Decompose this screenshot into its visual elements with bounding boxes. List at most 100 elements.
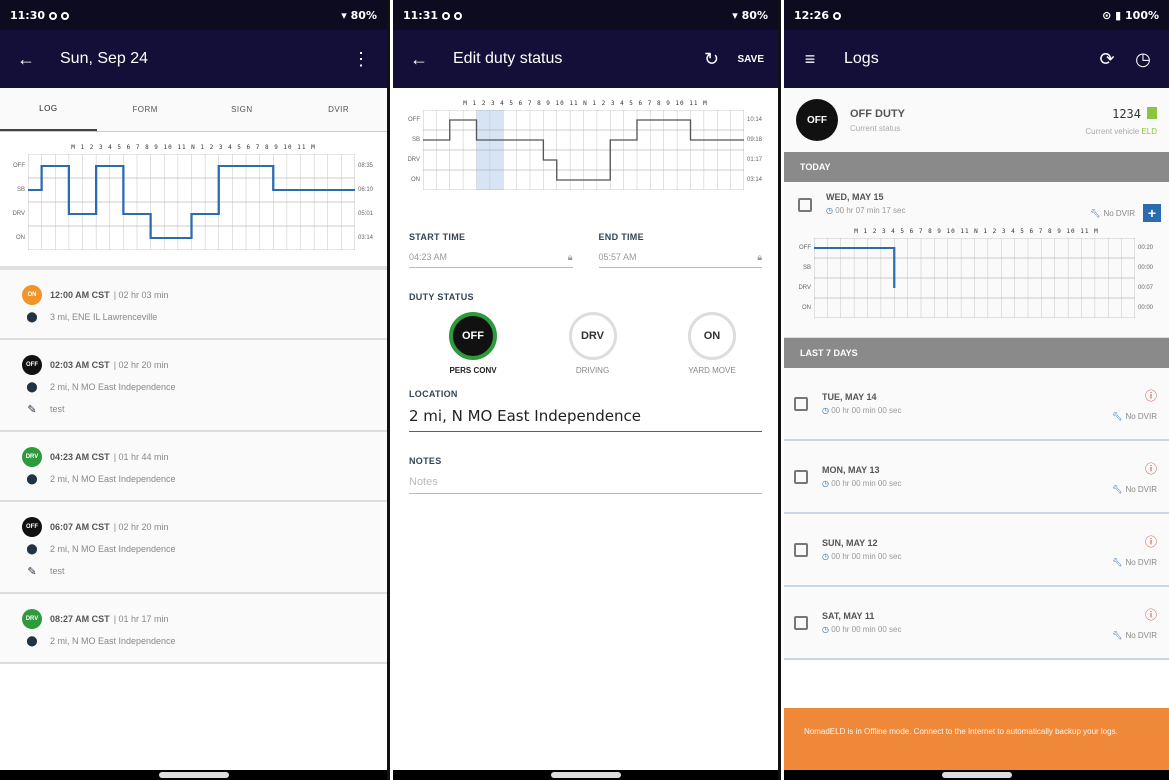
duty-status-options: OFF PERS CONV DRV DRIVING ON YARD MOVE [393,302,778,375]
event-location: 2 mi, N MO East Independence [50,382,176,392]
duty-option-on[interactable]: ON YARD MOVE [672,312,752,375]
today-log[interactable]: WED, MAY 15 ◷ 00 hr 07 min 17 sec 🔧︎ No D… [784,182,1169,338]
refresh-icon[interactable]: ↻ [700,49,724,70]
eld-label: ELD [1141,126,1157,136]
vehicle-number: 1234 [1112,106,1141,121]
duty-graph [28,154,355,250]
alert-icon: ⓘ [1144,534,1157,549]
event-item[interactable]: DRV 08:27 AM CST | 01 hr 17 min ⬤ 2 mi, N M… [0,594,387,664]
log-date: TUE, MAY 14 [822,392,877,402]
clock-icon: ◷ [822,552,829,561]
event-item[interactable]: OFF 06:07 AM CST | 02 hr 20 min ⬤ 2 mi, N M… [0,502,387,594]
app-bar: ← Edit duty status ↻ SAVE [393,30,778,88]
log-date: SUN, MAY 12 [822,538,878,548]
alert-icon: ⓘ [1144,461,1157,476]
home-handle[interactable] [158,772,229,778]
tab-bar: LOG FORM SIGN DVIR [0,88,387,132]
grid-label-on: ON [16,235,25,241]
end-time-field[interactable]: END TIME 05:57 AM 🔒︎ [598,232,762,268]
vehicle-caption: Current vehicle [1085,126,1140,136]
duty-option-drv[interactable]: DRV DRIVING [553,312,633,375]
section-last-7-days: LAST 7 DAYS [784,338,1169,368]
dvir-status: No DVIR [1125,484,1157,494]
status-time: 11:30 [10,8,46,22]
log-checkbox[interactable] [798,198,812,212]
event-item[interactable]: DRV 04:23 AM CST | 01 hr 44 min ⬤ 2 mi, N M… [0,432,387,502]
status-bar: 11:31 ▾ 80% [393,0,778,30]
screen-logs: 12:26 ⊙ ▮ 100% ≡ Logs ⟳ ◷ OFF OFF DUTY C… [784,0,1169,780]
current-status-circle: OFF [796,99,838,141]
log-checkbox[interactable] [794,615,808,630]
current-status-text: OFF DUTY [850,107,905,120]
home-handle[interactable] [550,772,621,778]
dvir-status: No DVIR [1125,411,1157,421]
pencil-icon: ✎ [27,403,37,416]
location-input[interactable]: 2 mi, N MO East Independence [409,399,762,432]
start-time-label: START TIME [409,232,466,242]
event-item[interactable]: OFF 02:03 AM CST | 02 hr 20 min ⬤ 2 mi, N M… [0,340,387,432]
back-arrow-icon[interactable]: ← [14,49,38,70]
grid-label-drv: DRV [798,285,811,291]
log-row[interactable]: MON, MAY 13 ◷ 00 hr 00 min 00 sec ⓘ 🔧︎ No … [784,441,1169,514]
tab-form[interactable]: FORM [97,88,194,131]
event-location: 2 mi, N MO East Independence [50,474,176,484]
grid-total-drv: 05:01 [358,211,374,217]
save-button[interactable]: SAVE [738,54,765,65]
tab-sign[interactable]: SIGN [194,88,291,131]
lock-icon: 🔒︎ [567,252,573,262]
pencil-icon: ✎ [27,565,37,578]
log-duration: 00 hr 00 min 00 sec [831,479,902,488]
clock-icon: ◷ [822,479,829,488]
clock-icon: ◷ [826,206,833,215]
event-note: test [50,404,65,414]
log-duration: 00 hr 07 min 17 sec [835,206,906,215]
log-row[interactable]: SAT, MAY 11 ◷ 00 hr 00 min 00 sec ⓘ 🔧︎ No … [784,587,1169,660]
app-bar: ≡ Logs ⟳ ◷ [784,30,1169,88]
log-checkbox[interactable] [794,542,808,557]
event-duration: | 01 hr 44 min [113,452,169,462]
event-location: 3 mi, ENE IL Lawrenceville [50,312,158,322]
log-row[interactable]: SUN, MAY 12 ◷ 00 hr 00 min 00 sec ⓘ 🔧︎ No … [784,514,1169,587]
event-duration: | 01 hr 17 min [113,614,169,624]
dvir-status: No DVIR [1125,630,1157,640]
menu-icon[interactable]: ≡ [798,49,822,70]
clock-icon: ◷ [822,625,829,634]
status-battery: 80% [350,8,377,22]
wrench-icon: 🔧︎ [1090,208,1101,218]
event-duration: | 02 hr 20 min [113,360,169,370]
event-location: 2 mi, N MO East Independence [50,544,176,554]
more-vert-icon[interactable]: ⋮ [349,49,373,70]
tab-dvir[interactable]: DVIR [290,88,387,131]
sync-icon[interactable]: ⟳ [1095,49,1119,70]
add-dvir-button[interactable]: + [1143,204,1161,222]
back-arrow-icon[interactable]: ← [407,49,431,70]
grid-total-off: 10:14 [747,117,763,123]
event-time: 12:00 AM CST [50,290,110,300]
wrench-icon: 🔧︎ [1112,484,1123,494]
grid-total-sb: 00:00 [1138,265,1154,271]
home-handle[interactable] [941,772,1012,778]
log-row[interactable]: TUE, MAY 14 ◷ 00 hr 00 min 00 sec ⓘ 🔧︎ No … [784,368,1169,441]
location-pin-icon: ⬤ [26,635,38,647]
status-badge: OFF [22,517,42,537]
status-badge: DRV [22,447,42,467]
eld-connection-icon [1147,107,1157,120]
duty-status-label: DUTY STATUS [409,292,474,302]
wrench-icon: 🔧︎ [1112,557,1123,567]
log-checkbox[interactable] [794,396,808,411]
duty-circle-on: ON [688,312,736,360]
duty-option-off[interactable]: OFF PERS CONV [433,312,513,375]
start-time-field[interactable]: START TIME 04:23 AM 🔒︎ [409,232,573,268]
offline-banner: NomadELD is in Offline mode. Connect to … [784,708,1169,770]
event-time: 06:07 AM CST [50,522,110,532]
alert-icon: ⓘ [1144,388,1157,403]
log-checkbox[interactable] [794,469,808,484]
event-item[interactable]: ON 12:00 AM CST | 02 hr 03 min ⬤ 3 mi, ENE … [0,270,387,340]
status-time: 11:31 [403,8,439,22]
tab-log[interactable]: LOG [0,88,97,131]
today-grid: M 1 2 3 4 5 6 7 8 9 10 11 N 1 2 3 4 5 6 … [792,228,1161,328]
log-duration: 00 hr 00 min 00 sec [831,406,902,415]
alert-icon: ⓘ [1144,607,1157,622]
notes-input[interactable]: Notes [409,466,762,494]
clock-icon[interactable]: ◷ [1131,49,1155,70]
